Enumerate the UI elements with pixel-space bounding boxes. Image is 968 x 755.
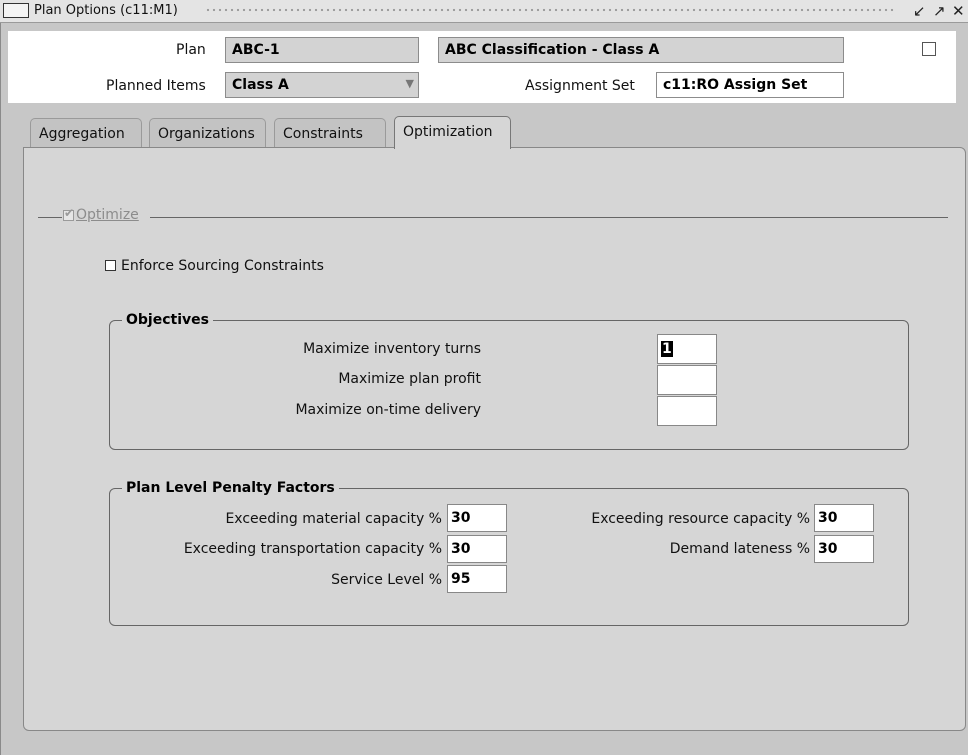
oracle-forms-icon	[3, 3, 29, 18]
planned-items-value: Class A	[232, 77, 289, 93]
planned-items-select[interactable]: Class A ▼	[225, 72, 419, 98]
objective-on-time-delivery-input[interactable]	[657, 396, 717, 426]
demand-lateness-input[interactable]: 30	[814, 535, 874, 563]
demand-lateness-label: Demand lateness %	[669, 541, 810, 557]
restore-icon[interactable]: ↗	[933, 2, 946, 20]
transportation-capacity-input[interactable]: 30	[447, 535, 507, 563]
window-title: Plan Options (c11:M1)	[34, 3, 178, 18]
chevron-down-icon[interactable]: ▼	[406, 77, 414, 90]
check-icon: ✔	[64, 206, 75, 220]
transportation-capacity-label: Exceeding transportation capacity %	[183, 541, 442, 557]
objective-label: Maximize inventory turns	[303, 341, 481, 357]
minimize-icon[interactable]: ↙	[913, 2, 926, 20]
resource-capacity-input[interactable]: 30	[814, 504, 874, 532]
service-level-input[interactable]: 95	[447, 565, 507, 593]
objective-plan-profit-input[interactable]	[657, 365, 717, 395]
service-level-label: Service Level %	[331, 572, 442, 588]
tab-aggregation[interactable]: Aggregation	[30, 118, 142, 147]
plan-field[interactable]: ABC-1	[225, 37, 419, 63]
objective-label: Maximize plan profit	[338, 371, 481, 387]
tab-organizations[interactable]: Organizations	[149, 118, 266, 147]
header-checkbox[interactable]	[922, 42, 936, 56]
assignment-set-field[interactable]: c11:RO Assign Set	[656, 72, 844, 98]
objective-inventory-turns-input[interactable]: 1	[657, 334, 717, 364]
enforce-sourcing-label: Enforce Sourcing Constraints	[121, 258, 324, 274]
enforce-sourcing-checkbox[interactable]	[105, 260, 116, 271]
tab-optimization[interactable]: Optimization	[394, 116, 511, 149]
material-capacity-input[interactable]: 30	[447, 504, 507, 532]
separator-line	[150, 217, 948, 218]
optimize-label: Optimize	[76, 207, 139, 223]
separator-line	[38, 217, 62, 218]
objective-label: Maximize on-time delivery	[295, 402, 481, 418]
optimize-checkbox[interactable]: ✔	[63, 206, 74, 221]
material-capacity-label: Exceeding material capacity %	[225, 511, 442, 527]
resource-capacity-label: Exceeding resource capacity %	[591, 511, 810, 527]
assignment-set-label: Assignment Set	[525, 78, 635, 94]
tab-constraints[interactable]: Constraints	[274, 118, 386, 147]
plan-label: Plan	[176, 42, 206, 58]
title-bar-grip[interactable]	[205, 7, 895, 15]
planned-items-label: Planned Items	[106, 78, 206, 94]
penalty-factors-group	[109, 488, 909, 626]
objectives-title: Objectives	[122, 312, 213, 328]
close-icon[interactable]: ✕	[952, 2, 965, 20]
penalty-factors-title: Plan Level Penalty Factors	[122, 480, 339, 496]
title-bar: Plan Options (c11:M1) ↙ ↗ ✕	[0, 0, 968, 23]
plan-description-field[interactable]: ABC Classification - Class A	[438, 37, 844, 63]
